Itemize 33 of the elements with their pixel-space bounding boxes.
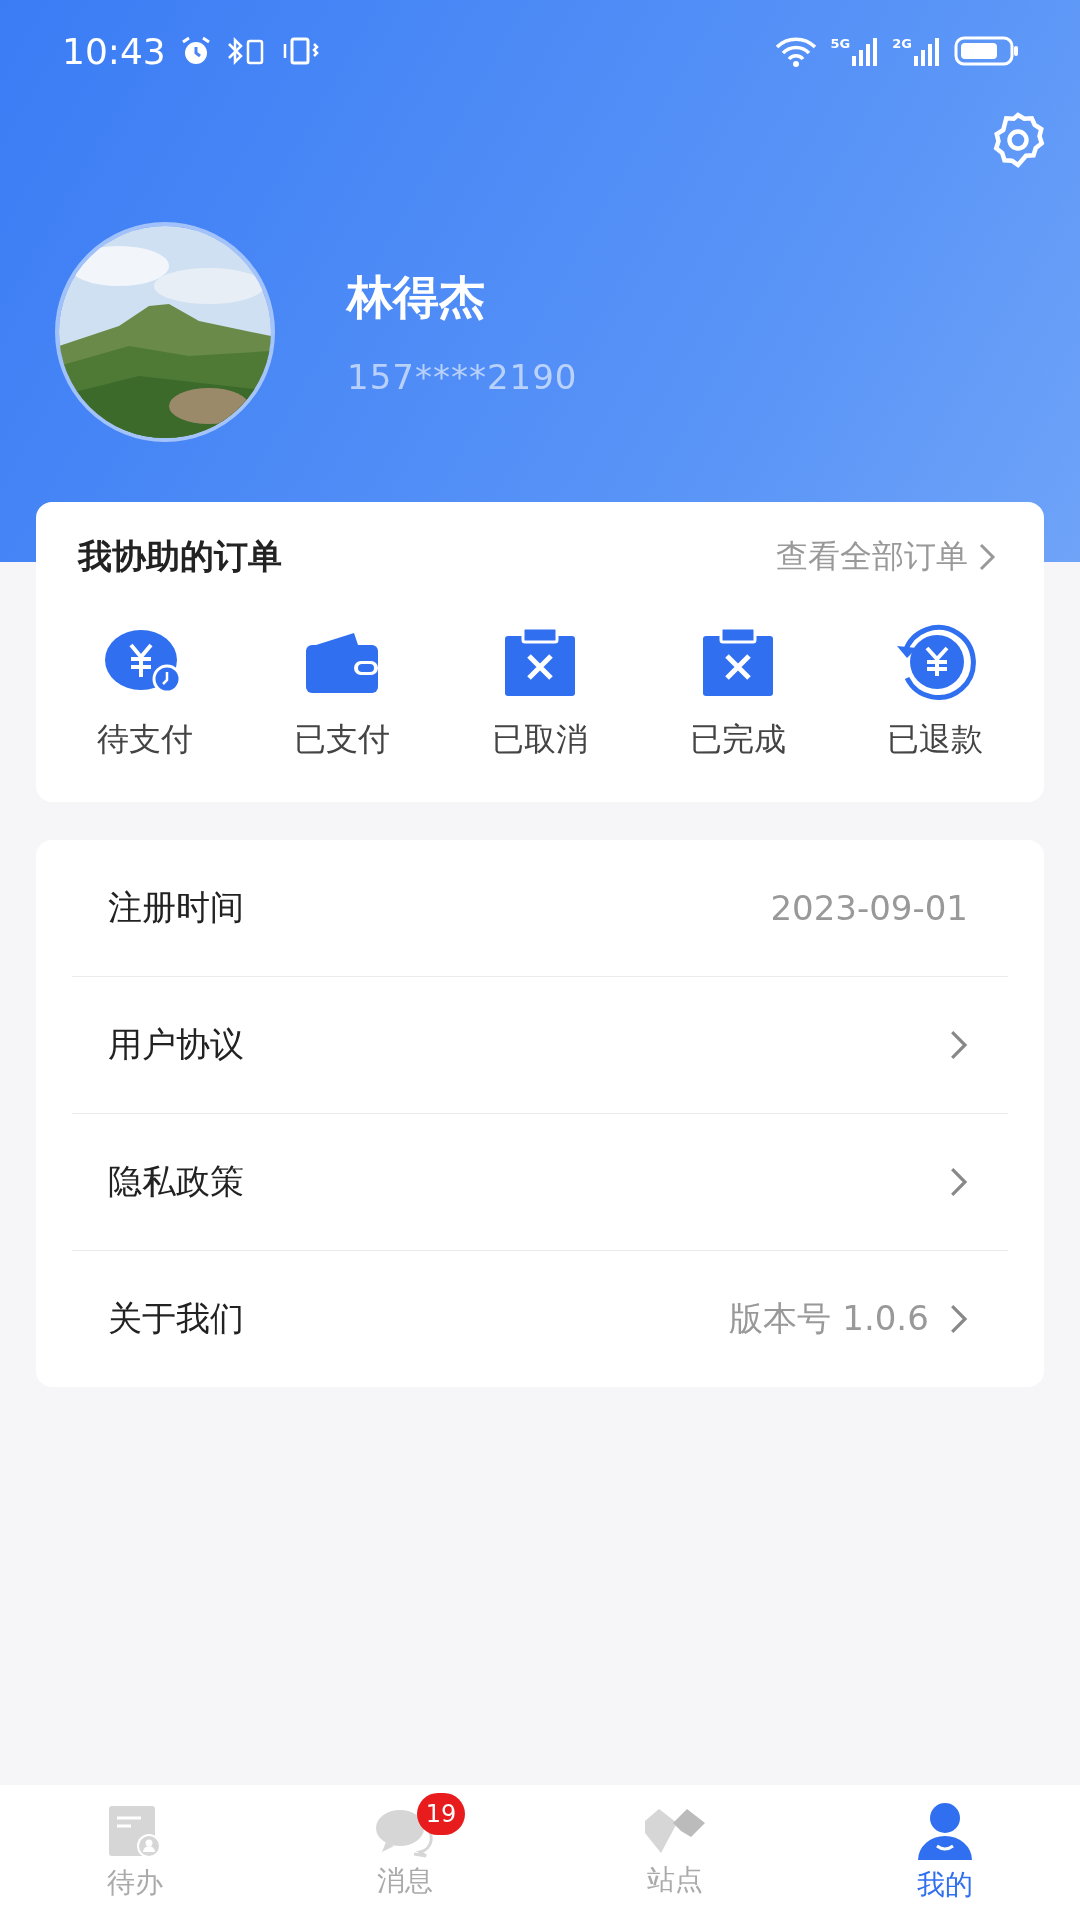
menu-label: 注册时间	[108, 886, 245, 929]
network-type-label: 5G	[830, 36, 851, 51]
menu-value: 版本号 1.0.6	[729, 1297, 929, 1340]
user-name: 林得杰	[347, 269, 486, 326]
chevron-right-icon	[948, 1029, 968, 1061]
order-status-button[interactable]: 已支付	[243, 620, 442, 762]
clipboard-x-icon	[505, 628, 575, 696]
menu-value: 2023-09-01	[770, 888, 968, 928]
card-title: 我协助的订单	[78, 535, 282, 578]
status-time: 10:43	[62, 30, 166, 72]
menu-label[interactable]: 用户协议	[108, 1022, 929, 1068]
bluetooth-battery-icon	[225, 36, 266, 66]
nav-tab[interactable]: 我的	[810, 1785, 1080, 1920]
unread-count: 19	[417, 1793, 465, 1835]
signal-icon	[852, 36, 879, 66]
signal-icon	[914, 36, 940, 66]
order-status-button[interactable]: 已完成	[638, 620, 837, 762]
wallet-icon	[306, 631, 379, 693]
phone-number: 157****2190	[347, 357, 578, 397]
battery-icon	[954, 35, 1020, 67]
order-status-button[interactable]: 已退款	[836, 620, 1034, 762]
chevron-right-icon	[948, 1303, 968, 1335]
clipboard-x-icon	[702, 628, 773, 696]
chevron-right-icon	[948, 1166, 968, 1198]
wifi-icon	[774, 35, 817, 67]
menu-label[interactable]: 关于我们	[108, 1296, 710, 1342]
nav-tab[interactable]: 消息 19	[270, 1785, 540, 1920]
user-icon	[916, 1801, 974, 1862]
menu-label[interactable]: 隐私政策	[108, 1159, 929, 1205]
order-status-button[interactable]: 已取消	[441, 620, 639, 762]
chevron-right-icon	[978, 542, 996, 572]
order-status-button[interactable]: 待支付	[46, 620, 244, 762]
network-type-label: 2G	[892, 36, 912, 51]
